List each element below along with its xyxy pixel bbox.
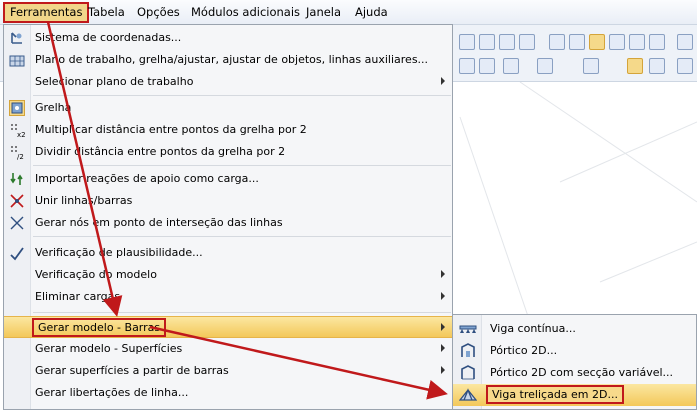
menu-item-select-work-plane[interactable]: Selecionar plano de trabalho: [4, 71, 452, 93]
toolbar-button[interactable]: [677, 34, 693, 50]
toolbar-button[interactable]: [537, 58, 553, 74]
menu-ajuda[interactable]: Ajuda: [355, 5, 388, 19]
toolbar-button[interactable]: [519, 34, 535, 50]
import-reactions-icon: [9, 171, 25, 187]
submenu-arrow-icon: [441, 323, 445, 331]
toolbar-button[interactable]: [583, 58, 599, 74]
toolbar-button[interactable]: [649, 58, 665, 74]
menu-item-generate-model-members[interactable]: Gerar modelo - Barras: [4, 316, 452, 338]
generate-members-submenu: Viga contínua... Pórtico 2D... Pórtico 2…: [452, 314, 697, 410]
tools-menu: Sistema de coordenadas... Plano de traba…: [3, 24, 453, 410]
intersection-nodes-icon: [9, 215, 25, 231]
truss-2d-icon: [458, 387, 478, 403]
toolbar-button[interactable]: [569, 34, 585, 50]
toolbar-button[interactable]: [549, 34, 565, 50]
toolbar-button[interactable]: [503, 58, 519, 74]
submenu-item-continuous-beam[interactable]: Viga contínua...: [453, 317, 696, 339]
submenu-item-tapered-frame[interactable]: Pórtico 2D com secção variável...: [453, 361, 696, 383]
menu-separator: [33, 165, 451, 166]
submenu-arrow-icon: [441, 292, 445, 300]
toolbar-button[interactable]: [479, 34, 495, 50]
menu-ferramentas[interactable]: Ferramentas: [3, 2, 90, 23]
menu-item-line-releases[interactable]: Gerar libertações de linha...: [4, 382, 452, 404]
submenu-arrow-icon: [441, 270, 445, 278]
plausibility-check-icon: [9, 245, 25, 261]
submenu-item-truss-2d[interactable]: Viga treliçada em 2D...: [453, 384, 696, 406]
menu-bar: Ferramentas Tabela Opções Módulos adicio…: [0, 0, 697, 25]
tapered-frame-icon: [459, 364, 477, 380]
toolbar-button[interactable]: [629, 34, 645, 50]
menu-item-surfaces-from-members[interactable]: Gerar superfícies a partir de barras: [4, 360, 452, 382]
toolbar-button[interactable]: [459, 34, 475, 50]
menu-tabela[interactable]: Tabela: [88, 5, 125, 19]
menu-janela[interactable]: Janela: [306, 5, 341, 19]
menu-item-model-check[interactable]: Verificação do modelo: [4, 264, 452, 286]
submenu-item-frame-2d[interactable]: Pórtico 2D...: [453, 339, 696, 361]
grid-icon: [9, 100, 25, 116]
menu-item-generate-model-surfaces[interactable]: Gerar modelo - Superfícies: [4, 338, 452, 360]
frame-2d-icon: [459, 342, 477, 358]
submenu-arrow-icon: [441, 77, 445, 85]
toolbar-button-active[interactable]: [627, 58, 643, 74]
svg-text:/2: /2: [17, 153, 24, 160]
grid-multiply-icon: x2: [9, 122, 25, 138]
menu-modulos-adicionais[interactable]: Módulos adicionais: [191, 5, 300, 19]
continuous-beam-icon: [459, 320, 477, 336]
toolbar-button[interactable]: [609, 34, 625, 50]
grid-divide-icon: /2: [9, 144, 25, 160]
menu-item-plausibility-check[interactable]: Verificação de plausibilidade...: [4, 242, 452, 264]
menu-item-grid-divide[interactable]: /2 Dividir distância entre pontos da gre…: [4, 141, 452, 163]
menu-item-delete-loads[interactable]: Eliminar cargas: [4, 286, 452, 308]
toolbar-button-active[interactable]: [589, 34, 605, 50]
menu-separator: [33, 95, 451, 96]
menu-item-join-lines[interactable]: Unir linhas/barras: [4, 190, 452, 212]
toolbar-button[interactable]: [499, 34, 515, 50]
menu-separator: [33, 236, 451, 237]
menu-separator: [33, 312, 451, 313]
coordinate-system-icon: [9, 30, 25, 46]
menu-item-import-reactions[interactable]: Importar reações de apoio como carga...: [4, 168, 452, 190]
menu-item-grid-multiply[interactable]: x2 Multiplicar distância entre pontos da…: [4, 119, 452, 141]
submenu-arrow-icon: [441, 344, 445, 352]
submenu-arrow-icon: [441, 366, 445, 374]
svg-text:x2: x2: [17, 131, 25, 138]
work-plane-icon: [9, 52, 25, 68]
menu-opcoes[interactable]: Opções: [137, 5, 180, 19]
toolbar-button[interactable]: [677, 58, 693, 74]
toolbar-button[interactable]: [459, 58, 475, 74]
menu-item-coordinate-system[interactable]: Sistema de coordenadas...: [4, 27, 452, 49]
toolbar-button[interactable]: [649, 34, 665, 50]
menu-item-grid[interactable]: Grelha: [4, 97, 452, 119]
toolbar-button[interactable]: [479, 58, 495, 74]
menu-item-intersection-nodes[interactable]: Gerar nós em ponto de interseção das lin…: [4, 212, 452, 234]
menu-item-work-plane[interactable]: Plano de trabalho, grelha/ajustar, ajust…: [4, 49, 452, 71]
join-lines-icon: [9, 193, 25, 209]
